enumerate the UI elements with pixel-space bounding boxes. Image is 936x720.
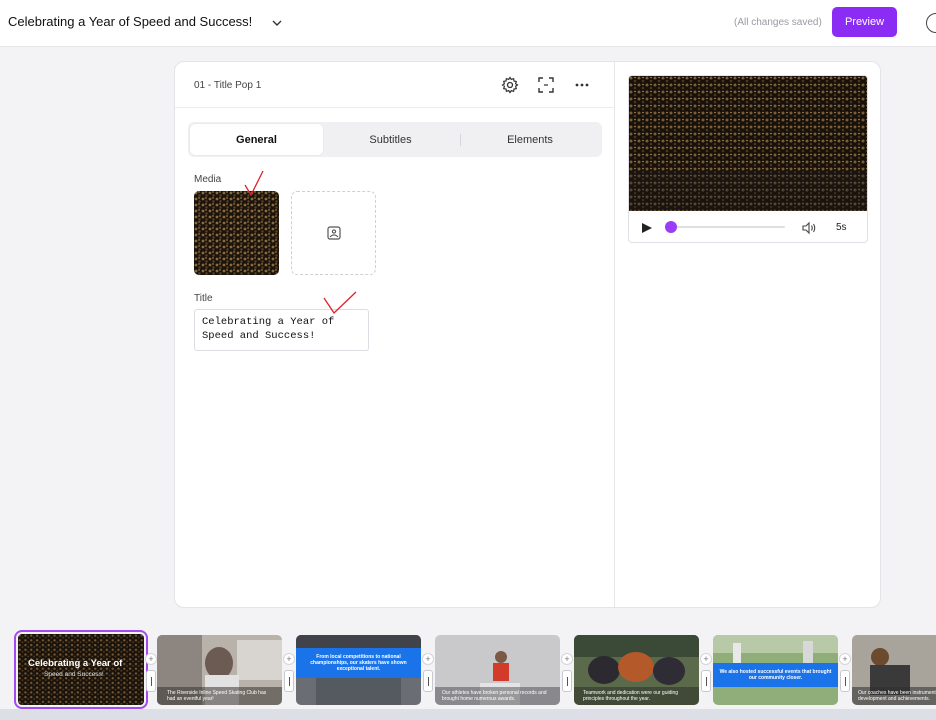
add-scene-button[interactable]: + [700, 653, 712, 665]
scene-editor: 01 - Title Pop 1 General Subtitles Eleme… [174, 61, 881, 608]
video-player: 5s [628, 75, 868, 243]
scrub-track[interactable] [669, 226, 785, 228]
title-label: Title [194, 293, 213, 304]
settings-tabs: General Subtitles Elements [188, 122, 602, 157]
scene-caption: Our athletes have broken personal record… [442, 690, 547, 702]
transition-handle[interactable] [840, 670, 850, 692]
gear-icon[interactable] [501, 76, 519, 94]
transition-handle[interactable] [146, 670, 156, 692]
expand-icon[interactable] [537, 76, 555, 94]
scrub-handle[interactable] [665, 221, 677, 233]
add-scene-button[interactable]: + [283, 653, 295, 665]
play-icon[interactable] [641, 222, 653, 234]
scene-title-text: Celebrating a Year of [28, 658, 123, 669]
project-title[interactable]: Celebrating a Year of Speed and Success! [8, 14, 252, 29]
scene-thumbnail[interactable]: Teamwork and dedication were our guiding… [574, 635, 699, 705]
transition-handle[interactable] [284, 670, 294, 692]
transition-handle[interactable] [423, 670, 433, 692]
add-scene-button[interactable]: + [839, 653, 851, 665]
scene-settings-pane: 01 - Title Pop 1 General Subtitles Eleme… [175, 62, 615, 607]
scene-timeline: Celebrating a Year of Speed and Success!… [0, 620, 936, 720]
scene-thumbnail[interactable]: We also hosted successful events that br… [713, 635, 838, 705]
scene-thumbnail[interactable]: Our coaches have been instrumental in ou… [852, 635, 936, 705]
add-scene-button[interactable]: + [145, 653, 157, 665]
scene-caption: We also hosted successful events that br… [713, 663, 838, 687]
tab-subtitles[interactable]: Subtitles [323, 124, 458, 155]
tab-elements[interactable]: Elements [462, 124, 598, 155]
preview-button[interactable]: Preview [832, 7, 897, 37]
media-thumbnail[interactable] [194, 191, 279, 275]
duration-label: 5s [836, 222, 847, 233]
video-frame[interactable] [629, 76, 867, 211]
os-taskbar [0, 709, 936, 720]
player-controls: 5s [629, 211, 867, 242]
checkmark-annotation [323, 291, 357, 315]
tab-divider [460, 134, 461, 146]
scene-thumbnail[interactable]: Our athletes have broken personal record… [435, 635, 560, 705]
scene-name: 01 - Title Pop 1 [194, 80, 262, 91]
scene-thumbnail[interactable]: Celebrating a Year of Speed and Success! [14, 630, 148, 709]
scene-caption: Teamwork and dedication were our guiding… [583, 690, 679, 702]
add-scene-button[interactable]: + [561, 653, 573, 665]
scene-caption: From local competitions to national cham… [296, 648, 421, 678]
scene-caption: Speed and Success! [44, 671, 104, 678]
transition-handle[interactable] [701, 670, 711, 692]
crowd-image [194, 191, 279, 275]
volume-icon[interactable] [801, 221, 817, 235]
scene-caption: Our coaches have been instrumental in ou… [858, 690, 936, 702]
checkmark-annotation [244, 170, 264, 197]
crowd-image [629, 76, 867, 211]
transition-handle[interactable] [562, 670, 572, 692]
chevron-down-icon[interactable] [270, 16, 284, 30]
top-bar: Celebrating a Year of Speed and Success!… [0, 0, 936, 47]
more-icon[interactable] [573, 76, 591, 94]
media-label: Media [194, 174, 222, 185]
help-icon[interactable] [926, 13, 936, 33]
tab-general[interactable]: General [190, 124, 323, 155]
scene-header: 01 - Title Pop 1 [175, 62, 615, 108]
add-media-button[interactable] [291, 191, 376, 275]
scene-thumbnail[interactable]: The Riverside Inline Speed Skating Club … [157, 635, 282, 705]
image-add-icon [326, 226, 341, 240]
scene-thumbnail[interactable]: From local competitions to national cham… [296, 635, 421, 705]
add-scene-button[interactable]: + [422, 653, 434, 665]
scene-caption: The Riverside Inline Speed Skating Club … [167, 690, 267, 702]
save-status: (All changes saved) [734, 17, 822, 28]
